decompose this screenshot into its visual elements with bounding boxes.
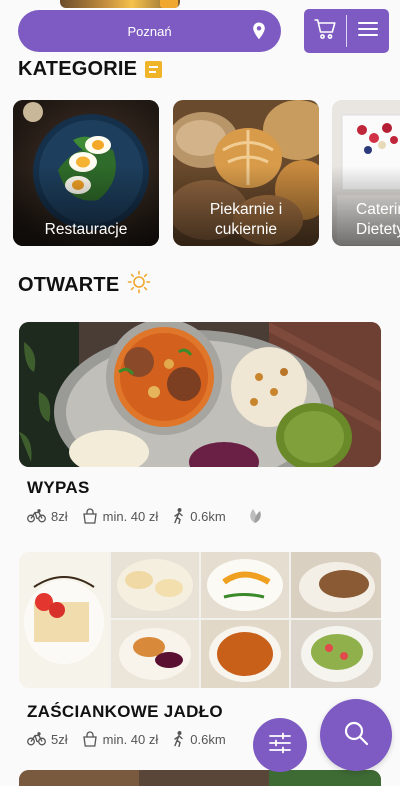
restaurant-card-image[interactable] (19, 322, 381, 467)
open-heading: OTWARTE (18, 270, 151, 300)
previous-content-badge (160, 0, 178, 8)
min-order-value: min. 40 zł (102, 731, 159, 747)
filter-button[interactable] (253, 718, 307, 772)
category-card-restauracje[interactable]: Restauracje (13, 100, 159, 246)
bag-icon (82, 731, 98, 747)
menu-button[interactable] (347, 9, 389, 53)
delivery-fee-value: 5zł (51, 731, 68, 747)
search-button[interactable] (320, 699, 392, 771)
restaurant-image-zasciankowe (19, 552, 381, 688)
walking-icon (172, 731, 185, 747)
search-icon (343, 720, 369, 751)
min-order: min. 40 zł (82, 508, 159, 524)
leaf-icon (246, 507, 264, 525)
restaurant-card-image-next[interactable] (19, 770, 381, 786)
hamburger-menu-icon (357, 20, 379, 43)
bike-icon (27, 509, 46, 523)
restaurant-card-image[interactable] (19, 552, 381, 688)
restaurant-meta: 8zł min. 40 zł 0.6km (27, 507, 278, 525)
category-card-catering[interactable]: Catering Dietetyczny (332, 100, 400, 246)
category-label: Catering Dietetyczny (356, 201, 400, 238)
open-title: OTWARTE (18, 273, 120, 296)
restaurant-meta: 5zł min. 40 zł 0.6km (27, 731, 240, 747)
categories-heading: KATEGORIE (18, 58, 163, 81)
city-selector-button[interactable]: Poznań (18, 10, 281, 52)
top-bar: Poznań (0, 0, 400, 56)
distance: 0.6km (172, 731, 226, 747)
cart-icon (313, 18, 337, 45)
bag-icon (82, 508, 98, 524)
sun-icon (127, 270, 151, 300)
distance-value: 0.6km (190, 731, 226, 747)
walking-icon (172, 508, 185, 524)
restaurant-name[interactable]: WYPAS (27, 478, 90, 498)
sliders-icon (268, 732, 292, 759)
restaurant-name[interactable]: ZAŚCIANKOWE JADŁO (27, 702, 223, 722)
restaurant-image-wypas (19, 322, 381, 467)
restaurant-image-next (19, 770, 381, 786)
category-card-piekarnie[interactable]: Piekarnie i cukiernie (173, 100, 319, 246)
header-actions (304, 9, 389, 53)
note-icon (145, 61, 163, 78)
delivery-fee: 8zł (27, 509, 68, 524)
city-label: Poznań (127, 23, 172, 39)
min-order-value: min. 40 zł (102, 508, 159, 524)
delivery-fee: 5zł (27, 732, 68, 747)
category-label: Piekarnie i cukiernie (209, 201, 283, 238)
bike-icon (27, 732, 46, 746)
location-pin-icon (249, 21, 269, 41)
cart-button[interactable] (304, 9, 346, 53)
categories-title: KATEGORIE (18, 58, 138, 80)
min-order: min. 40 zł (82, 731, 159, 747)
distance: 0.6km (172, 508, 226, 524)
category-carousel[interactable]: Restauracje Piekarnie i cukiernie Cateri… (13, 100, 400, 248)
distance-value: 0.6km (190, 508, 226, 524)
category-label: Restauracje (44, 221, 128, 238)
delivery-fee-value: 8zł (51, 508, 68, 524)
